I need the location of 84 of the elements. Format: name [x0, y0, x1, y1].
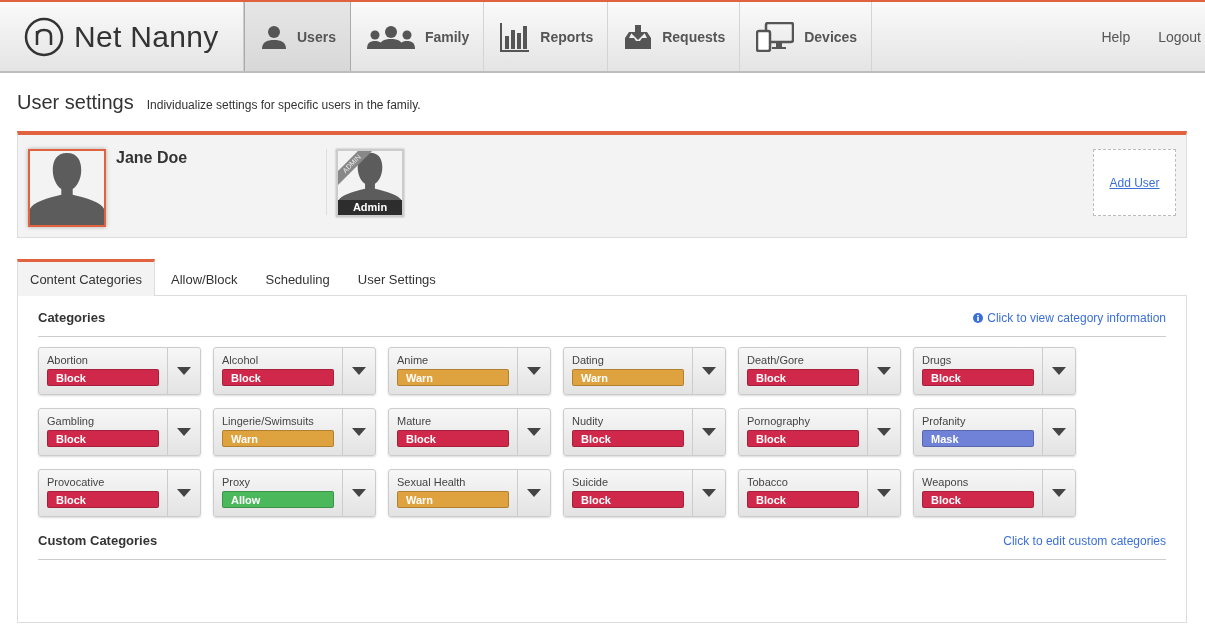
setting-label: Block	[922, 369, 1034, 386]
setting-label: Block	[572, 430, 684, 447]
bar-chart-icon	[500, 21, 531, 52]
category-name: Sexual Health	[397, 476, 467, 488]
header-link[interactable]: Help	[1101, 28, 1131, 45]
category-name: Weapons	[922, 476, 970, 488]
setting-label: Block	[572, 491, 684, 508]
category-info-link[interactable]: Click to view category information	[973, 310, 1166, 325]
setting-label: Block	[397, 430, 509, 447]
category-name: Mature	[397, 415, 433, 427]
category-name: Pornography	[747, 415, 811, 427]
setting-label: Block	[747, 430, 859, 447]
inbox-icon	[624, 23, 653, 50]
category-name: Drugs	[922, 354, 953, 366]
person-silhouette-icon	[30, 151, 104, 225]
category-name: Proxy	[222, 476, 252, 488]
setting-label: Block	[47, 369, 159, 386]
setting-label: Warn	[572, 369, 684, 386]
setting-label: Block	[222, 369, 334, 386]
category-name: Gambling	[47, 415, 96, 427]
caret-icon	[527, 367, 541, 375]
user-name: Jane Doe	[116, 149, 189, 168]
category-name: Abortion	[47, 354, 89, 366]
caret-icon	[1052, 367, 1066, 375]
setting-label: Allow	[222, 491, 334, 508]
nav-tab[interactable]: Users	[244, 2, 351, 71]
caret-icon	[702, 489, 716, 497]
add-user-link[interactable]: Add User	[1109, 175, 1160, 190]
setting-label: Block	[747, 369, 859, 386]
setting-label: Warn	[222, 430, 334, 447]
nav-tab[interactable]: Requests	[608, 2, 741, 71]
logo-icon	[24, 16, 64, 57]
category-name: Provocative	[47, 476, 106, 488]
caret-icon	[177, 489, 191, 497]
avatar-label: Admin	[338, 200, 402, 215]
page-subtitle: Individualize settings for specific users in the family.	[146, 98, 421, 112]
category-name: Anime	[397, 354, 430, 366]
category-name: Death/Gore	[747, 354, 805, 366]
category-name: Tobacco	[747, 476, 789, 488]
nav-tab[interactable]: Reports	[484, 2, 609, 71]
tab[interactable]: User Settings	[345, 259, 448, 296]
caret-icon	[1052, 489, 1066, 497]
caret-icon	[702, 367, 716, 375]
caret-icon	[527, 428, 541, 436]
selected-user-avatar[interactable]	[28, 149, 106, 227]
setting-label: Block	[47, 430, 159, 447]
people-icon	[366, 24, 415, 49]
setting-label: Mask	[922, 430, 1034, 447]
setting-label: Block	[922, 491, 1034, 508]
brand-name: Net Nanny	[74, 19, 219, 54]
category-name: Dating	[572, 354, 605, 366]
devices-icon	[756, 21, 795, 52]
tab[interactable]: Content Categories	[17, 259, 155, 296]
caret-icon	[1052, 428, 1066, 436]
setting-label: Block	[747, 491, 859, 508]
caret-icon	[352, 489, 366, 497]
caret-icon	[177, 428, 191, 436]
user-icon	[261, 24, 287, 49]
category-name: Profanity	[922, 415, 967, 427]
caret-icon	[177, 367, 191, 375]
setting-label: Warn	[397, 491, 509, 508]
nav-tab[interactable]: Family	[350, 2, 485, 71]
tab[interactable]: Scheduling	[253, 259, 342, 296]
setting-label: Warn	[397, 369, 509, 386]
category-name: Suicide	[572, 476, 610, 488]
caret-icon	[877, 489, 891, 497]
caret-icon	[702, 428, 716, 436]
tab[interactable]: Allow/Block	[159, 259, 250, 296]
section-title: Categories	[38, 310, 106, 325]
nav-tab[interactable]: Devices	[740, 2, 873, 71]
caret-icon	[352, 428, 366, 436]
info-icon	[973, 312, 984, 323]
edit-custom-link[interactable]: Click to edit custom categories	[1003, 533, 1166, 548]
page-title: User settings	[17, 91, 134, 114]
category-name: Lingerie/Swimsuits	[222, 415, 315, 427]
caret-icon	[877, 428, 891, 436]
section-title: Custom Categories	[38, 533, 158, 548]
caret-icon	[877, 367, 891, 375]
caret-icon	[352, 367, 366, 375]
setting-label: Block	[47, 491, 159, 508]
caret-icon	[527, 489, 541, 497]
category-name: Nudity	[572, 415, 605, 427]
header-link[interactable]: Logout	[1158, 28, 1201, 45]
category-name: Alcohol	[222, 354, 260, 366]
